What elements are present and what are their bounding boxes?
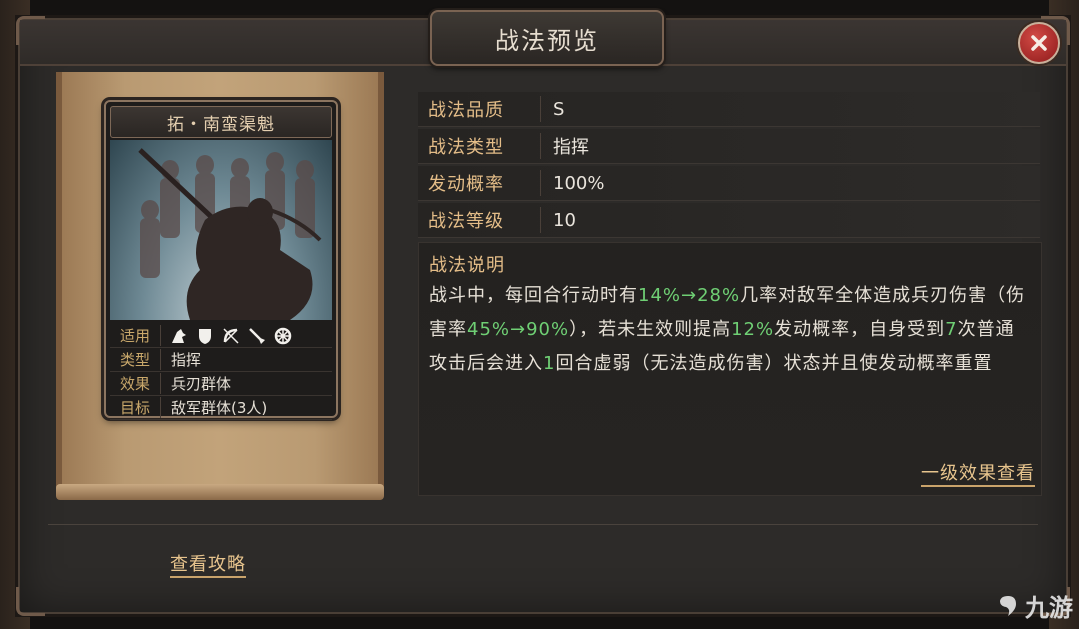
- desc-segment: 发动概率，自身受到: [774, 319, 946, 340]
- tactic-details: 战法品质 S 战法类型 指挥 发动概率 100% 战法等级 10: [418, 92, 1040, 240]
- corner-ornament: [16, 587, 45, 616]
- bow-icon: [221, 326, 241, 346]
- description-text: 战斗中，每回合行动时有14%→28%几率对敌军全体造成兵刃伤害（伤害率45%→9…: [429, 279, 1027, 381]
- detail-label: 战法类型: [418, 133, 541, 159]
- level-one-effect-link[interactable]: 一级效果查看: [921, 459, 1035, 487]
- siege-icon: [273, 326, 293, 346]
- attr-row-applicable: 适用: [110, 324, 332, 348]
- attr-value: 敌军群体(3人): [171, 399, 268, 417]
- warrior-silhouette-image: [138, 148, 322, 320]
- desc-highlight: 7: [945, 319, 958, 340]
- attr-label: 类型: [110, 349, 161, 370]
- desc-segment: 战斗中，每回合行动时有: [429, 285, 638, 306]
- detail-row-type: 战法类型 指挥: [418, 129, 1040, 164]
- detail-row-level: 战法等级 10: [418, 203, 1040, 238]
- attr-label: 效果: [110, 373, 161, 394]
- detail-row-quality: 战法品质 S: [418, 92, 1040, 127]
- attr-label: 目标: [110, 397, 161, 418]
- shield-icon: [195, 326, 215, 346]
- desc-segment: ），若未生效则提高: [569, 319, 732, 340]
- detail-value: 指挥: [553, 137, 589, 158]
- attr-value: 兵刃群体: [171, 375, 232, 393]
- close-button[interactable]: [1018, 22, 1060, 64]
- card-attributes: 适用 类型 指挥 效果 兵刃群体 目标 敌军群体(3人): [110, 324, 332, 420]
- detail-value: 100%: [553, 172, 605, 194]
- card-scroll: 拓・南蛮渠魁 适用 类型 指挥 效果 兵刃群体 目标 敌军群体(3人): [56, 72, 384, 500]
- attr-label: 适用: [110, 325, 161, 346]
- detail-label: 发动概率: [418, 170, 541, 196]
- attr-row-type: 类型 指挥: [110, 348, 332, 372]
- title-plate: 战法预览: [430, 10, 664, 66]
- close-icon: [1031, 35, 1047, 51]
- watermark: 九游: [995, 588, 1073, 623]
- desc-highlight: 12%: [731, 319, 775, 340]
- attr-value: 指挥: [171, 351, 202, 369]
- watermark-text: 九游: [1025, 594, 1073, 622]
- tactic-preview-panel: 战法预览 拓・南蛮渠魁 适用 类型 指挥 效果 兵刃群体 目标 敌军群体(3人)…: [16, 10, 1070, 616]
- attr-row-target: 目标 敌军群体(3人): [110, 396, 332, 420]
- cavalry-icon: [169, 326, 189, 346]
- description-box: 战法说明 战斗中，每回合行动时有14%→28%几率对敌军全体造成兵刃伤害（伤害率…: [418, 242, 1042, 496]
- desc-highlight: 45%→90%: [467, 319, 570, 340]
- detail-label: 战法等级: [418, 207, 541, 233]
- window-title: 战法预览: [495, 26, 599, 55]
- card-name-plate: 拓・南蛮渠魁: [110, 106, 332, 138]
- view-guide-link[interactable]: 查看攻略: [170, 550, 246, 578]
- desc-segment: 回合虚弱（无法造成伤害）状态并且使发动概率重置: [555, 353, 993, 374]
- attr-row-effect: 效果 兵刃群体: [110, 372, 332, 396]
- spear-icon: [247, 326, 267, 346]
- scroll-roller: [56, 484, 384, 500]
- divider: [48, 524, 1038, 525]
- description-title: 战法说明: [429, 255, 505, 276]
- jiuyou-logo-icon: [1000, 595, 1016, 616]
- desc-highlight: 14%→28%: [638, 285, 741, 306]
- card-name: 拓・南蛮渠魁: [167, 114, 275, 135]
- desc-highlight: 1: [543, 353, 556, 374]
- detail-value: 10: [553, 209, 576, 231]
- unit-type-icons: [161, 326, 293, 346]
- card-artwork: [110, 140, 332, 320]
- detail-value: S: [553, 98, 565, 120]
- tactic-card: 拓・南蛮渠魁 适用 类型 指挥 效果 兵刃群体 目标 敌军群体(3人): [104, 100, 338, 420]
- detail-row-probability: 发动概率 100%: [418, 166, 1040, 201]
- detail-label: 战法品质: [418, 96, 541, 122]
